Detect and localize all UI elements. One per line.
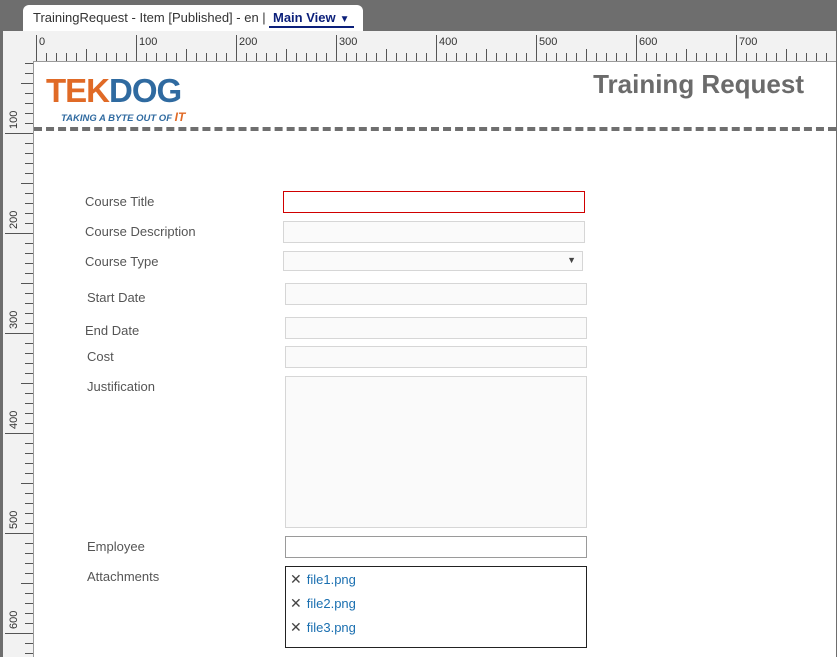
tekdog-logo: TEKDOG TAKING A BYTE OUT OF IT bbox=[46, 72, 246, 124]
ruler-label: 400 bbox=[8, 411, 20, 429]
attachment-link[interactable]: file1.png bbox=[307, 572, 356, 587]
cost-label: Cost bbox=[87, 349, 114, 364]
attachments-label: Attachments bbox=[87, 569, 160, 584]
end-date-input[interactable] bbox=[285, 317, 587, 339]
ruler-label: 200 bbox=[8, 211, 20, 229]
ruler-label: 0 bbox=[39, 36, 45, 48]
course-type-select[interactable]: ▼ bbox=[283, 251, 583, 271]
view-selector-label: Main View bbox=[273, 10, 336, 25]
course-title-input[interactable] bbox=[283, 191, 585, 213]
end-date-label: End Date bbox=[85, 323, 140, 338]
start-date-label: Start Date bbox=[87, 290, 146, 305]
tab-title: TrainingRequest - Item [Published] - en … bbox=[33, 10, 266, 25]
attachment-item: ✕ file1.png bbox=[290, 571, 356, 588]
ruler-label: 300 bbox=[8, 311, 20, 329]
ruler-label: 500 bbox=[8, 511, 20, 529]
employee-label: Employee bbox=[87, 539, 145, 554]
course-title-label: Course Title bbox=[85, 194, 155, 209]
attachment-link[interactable]: file3.png bbox=[307, 620, 356, 635]
logo-tagline: TAKING A BYTE OUT OF IT bbox=[61, 110, 186, 124]
justification-label: Justification bbox=[87, 379, 155, 394]
horizontal-ruler: 0 100 200 300 400 500 600 700 bbox=[3, 31, 836, 62]
attachment-item: ✕ file3.png bbox=[290, 619, 356, 636]
ruler-label: 700 bbox=[739, 36, 757, 48]
chevron-down-icon: ▼ bbox=[567, 255, 576, 265]
ruler-label: 200 bbox=[239, 36, 257, 48]
form-canvas: TEKDOG TAKING A BYTE OUT OF IT Training … bbox=[34, 62, 836, 657]
remove-attachment-icon[interactable]: ✕ bbox=[290, 571, 302, 587]
employee-picker[interactable] bbox=[285, 536, 587, 558]
start-date-input[interactable] bbox=[285, 283, 587, 305]
chevron-down-icon: ▼ bbox=[339, 14, 350, 25]
ruler-label: 400 bbox=[439, 36, 457, 48]
ruler-label: 600 bbox=[639, 36, 657, 48]
form-title: Training Request bbox=[593, 69, 804, 99]
header-divider bbox=[34, 127, 836, 131]
course-type-label: Course Type bbox=[85, 254, 159, 269]
attachment-item: ✕ file2.png bbox=[290, 595, 356, 612]
document-tab[interactable]: TrainingRequest - Item [Published] - en … bbox=[23, 5, 363, 32]
ruler-label: 500 bbox=[539, 36, 557, 48]
remove-attachment-icon[interactable]: ✕ bbox=[290, 619, 302, 635]
cost-input[interactable] bbox=[285, 346, 587, 368]
justification-textarea[interactable] bbox=[285, 376, 587, 528]
attachments-list: ✕ file1.png ✕ file2.png ✕ file3.png bbox=[285, 566, 587, 648]
course-description-label: Course Description bbox=[85, 224, 196, 239]
ruler-label: 100 bbox=[8, 111, 20, 129]
attachment-link[interactable]: file2.png bbox=[307, 596, 356, 611]
logo-wordmark: TEKDOG bbox=[46, 72, 182, 109]
ruler-label: 300 bbox=[339, 36, 357, 48]
course-description-input[interactable] bbox=[283, 221, 585, 243]
ruler-label: 100 bbox=[139, 36, 157, 48]
remove-attachment-icon[interactable]: ✕ bbox=[290, 595, 302, 611]
ruler-label: 600 bbox=[8, 611, 20, 629]
vertical-ruler: 100 200 300 400 500 600 bbox=[3, 61, 34, 657]
view-selector[interactable]: Main View ▼ bbox=[269, 10, 354, 28]
form-designer: 0 100 200 300 400 500 600 700 100 200 300 400 500 60… bbox=[3, 31, 836, 657]
